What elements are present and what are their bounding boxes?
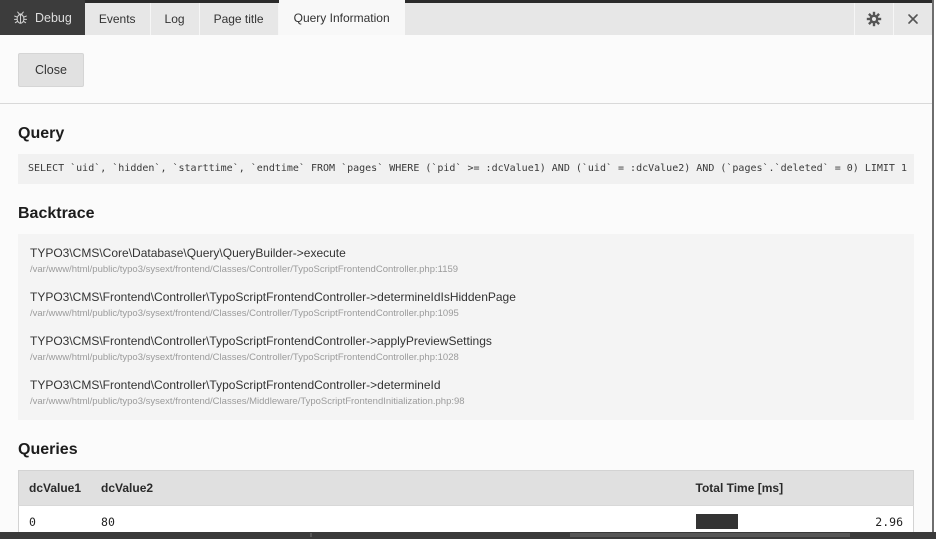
- tab-events-label: Events: [99, 12, 136, 26]
- debug-brand-label: Debug: [35, 11, 72, 25]
- toolbar-separator: [0, 103, 932, 104]
- query-time-bar: [696, 514, 738, 529]
- backtrace-location: /var/www/html/public/typo3/sysext/fronte…: [30, 352, 902, 364]
- backtrace-function: TYPO3\CMS\Frontend\Controller\TypoScript…: [30, 290, 902, 305]
- settings-button[interactable]: [854, 3, 893, 35]
- backtrace-entry: TYPO3\CMS\Frontend\Controller\TypoScript…: [18, 327, 914, 371]
- backtrace-entry: TYPO3\CMS\Frontend\Controller\TypoScript…: [18, 283, 914, 327]
- queries-table: dcValue1 dcValue2 Total Time [ms] 0 80 2…: [18, 470, 914, 538]
- query-heading: Query: [18, 124, 914, 143]
- backtrace-heading: Backtrace: [18, 204, 914, 223]
- backtrace-entry: TYPO3\CMS\Frontend\Controller\TypoScript…: [18, 371, 914, 415]
- tab-page-title[interactable]: Page title: [200, 3, 279, 35]
- query-time-value: 2.96: [875, 515, 903, 529]
- close-panel-button[interactable]: [893, 3, 932, 35]
- backtrace-list: TYPO3\CMS\Core\Database\Query\QueryBuild…: [18, 234, 914, 420]
- bug-icon: [13, 10, 28, 25]
- toolbar-area: Close: [0, 35, 932, 103]
- gear-icon: [866, 11, 882, 27]
- tab-page-title-label: Page title: [214, 12, 264, 26]
- debug-topbar: Debug Events Log Page title Query Inform…: [0, 0, 932, 35]
- queries-heading: Queries: [18, 440, 914, 459]
- query-information-content: Query SELECT `uid`, `hidden`, `starttime…: [0, 124, 932, 538]
- bottom-edge-bar: [0, 532, 936, 539]
- tab-query-information[interactable]: Query Information: [279, 0, 405, 35]
- tab-log-label: Log: [165, 12, 185, 26]
- backtrace-function: TYPO3\CMS\Frontend\Controller\TypoScript…: [30, 334, 902, 349]
- backtrace-entry: TYPO3\CMS\Core\Database\Query\QueryBuild…: [18, 239, 914, 283]
- tab-events[interactable]: Events: [85, 3, 151, 35]
- close-button[interactable]: Close: [18, 53, 84, 87]
- column-header-dcvalue2: dcValue2: [91, 471, 685, 506]
- sql-statement: SELECT `uid`, `hidden`, `starttime`, `en…: [18, 154, 914, 184]
- backtrace-function: TYPO3\CMS\Core\Database\Query\QueryBuild…: [30, 246, 902, 261]
- column-header-dcvalue1: dcValue1: [19, 471, 92, 506]
- tab-log[interactable]: Log: [151, 3, 200, 35]
- backtrace-location: /var/www/html/public/typo3/sysext/fronte…: [30, 308, 902, 320]
- queries-table-header-row: dcValue1 dcValue2 Total Time [ms]: [19, 471, 914, 506]
- topbar-spacer: [405, 0, 854, 35]
- backtrace-location: /var/www/html/public/typo3/sysext/fronte…: [30, 264, 902, 276]
- debug-panel-window: Debug Events Log Page title Query Inform…: [0, 0, 934, 532]
- close-icon: [907, 13, 919, 25]
- backtrace-function: TYPO3\CMS\Frontend\Controller\TypoScript…: [30, 378, 902, 393]
- tab-query-information-label: Query Information: [294, 11, 390, 25]
- bottom-edge-mark: [570, 533, 850, 537]
- bottom-edge-mark: [310, 533, 312, 537]
- debug-brand-tab[interactable]: Debug: [0, 0, 85, 35]
- column-header-total-time: Total Time [ms]: [686, 471, 914, 506]
- backtrace-location: /var/www/html/public/typo3/sysext/fronte…: [30, 396, 902, 408]
